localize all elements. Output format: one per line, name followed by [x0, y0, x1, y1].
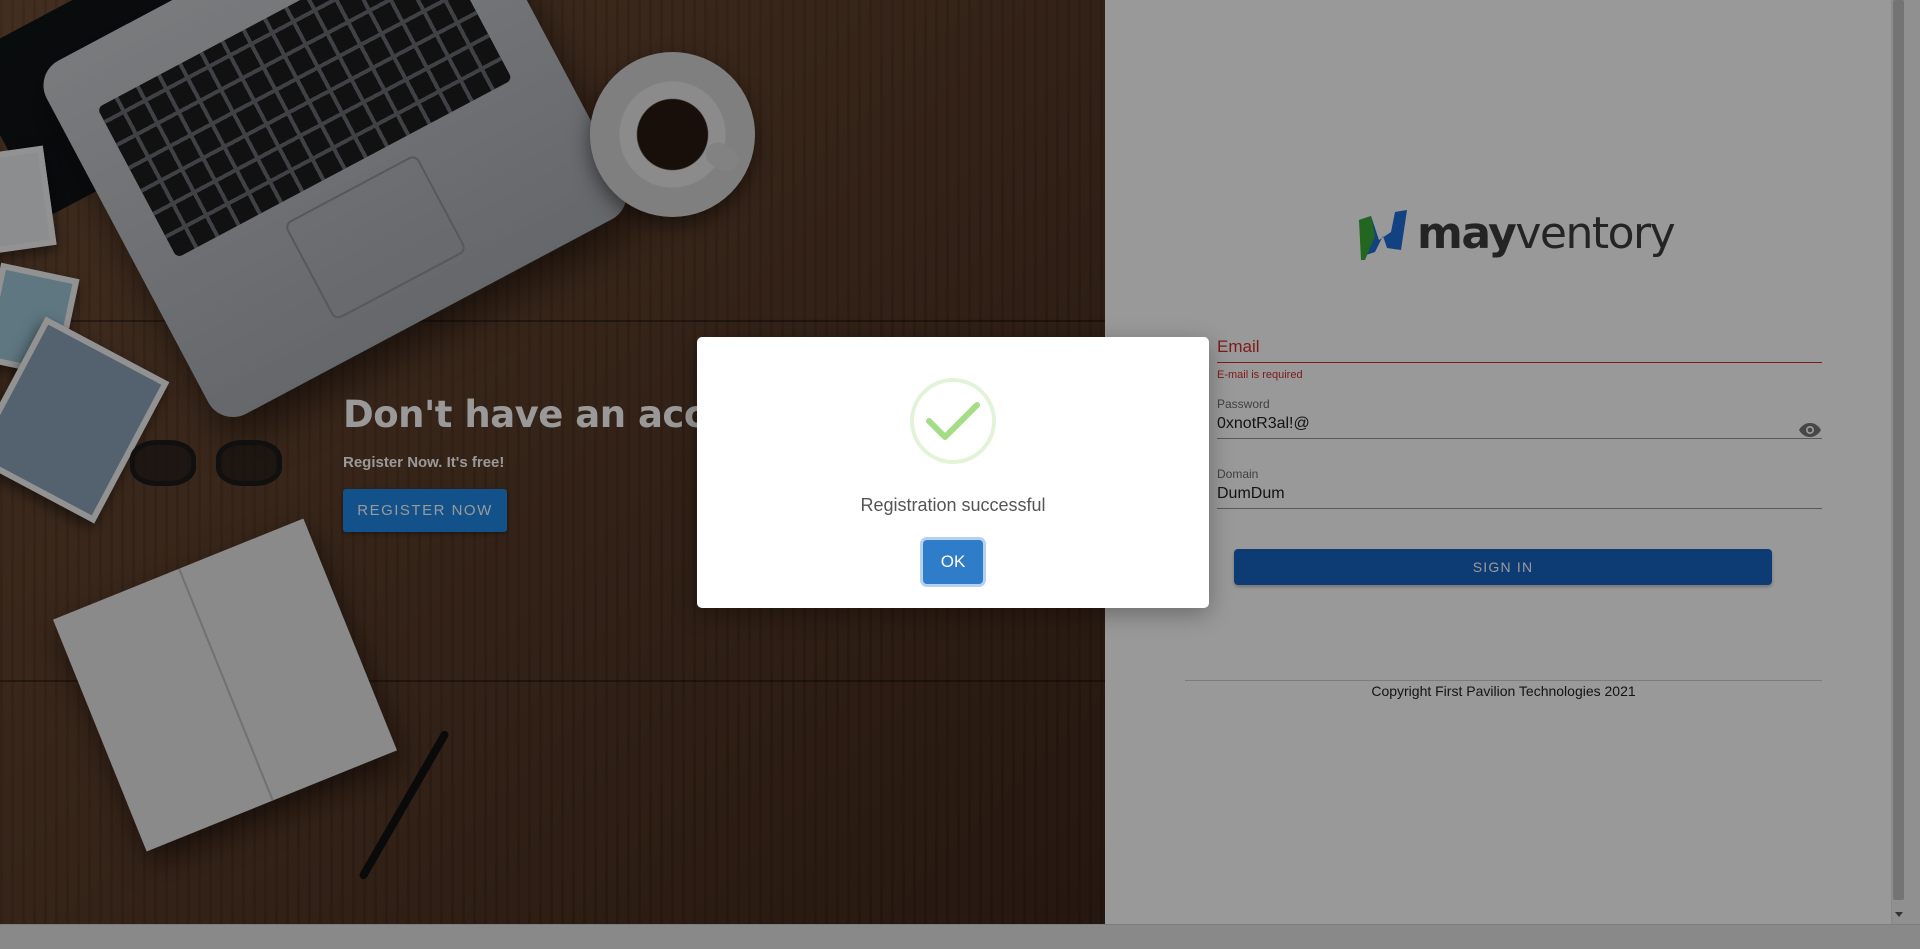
ok-button[interactable]: OK	[923, 540, 983, 584]
dialog-message: Registration successful	[860, 495, 1046, 515]
success-dialog: Registration successful OK	[697, 337, 1209, 608]
success-check-icon	[910, 378, 996, 464]
